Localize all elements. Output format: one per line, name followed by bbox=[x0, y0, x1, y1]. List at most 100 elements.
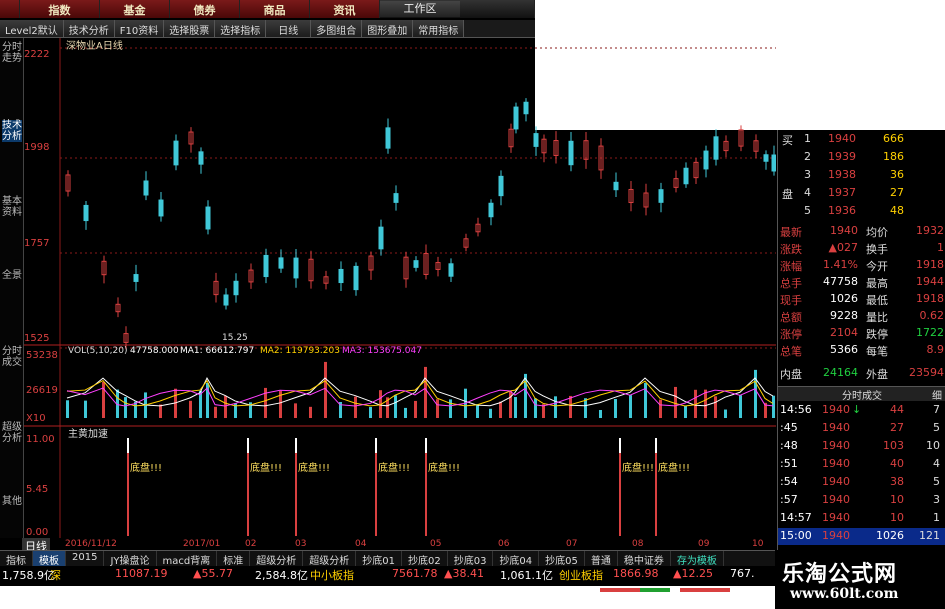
vtab-tick-trades[interactable]: 分时成交 bbox=[2, 346, 22, 368]
template-tab[interactable]: 普通 bbox=[585, 551, 618, 567]
panel-cell: 2 bbox=[804, 150, 811, 163]
volume-bar bbox=[569, 395, 572, 418]
volume-bar bbox=[124, 397, 127, 418]
bid-row: 盘 4 1937 27 bbox=[778, 186, 945, 201]
site-logo-text: 乐淘公式网 bbox=[782, 562, 898, 587]
menu-item-fund[interactable]: 基金 bbox=[100, 0, 170, 18]
tick-row: :57 1940 10 3 bbox=[778, 493, 945, 508]
menu-item-commodity[interactable]: 商品 bbox=[240, 0, 310, 18]
tick-trades-header[interactable]: 分时成交细 bbox=[778, 386, 945, 402]
candle-body bbox=[143, 180, 149, 196]
tick-row: 15:00 1940 1026 121 bbox=[778, 529, 945, 544]
volume-bar bbox=[424, 366, 427, 418]
date-label-5: 05 bbox=[430, 539, 442, 549]
template-tab[interactable]: 超级分析 bbox=[250, 551, 304, 567]
template-tab[interactable]: 稳中证券 bbox=[618, 551, 671, 567]
volume-bar bbox=[102, 381, 105, 418]
candle-body bbox=[703, 150, 709, 170]
template-tab[interactable]: 指标 bbox=[0, 551, 33, 567]
template-tab[interactable]: 抄底04 bbox=[493, 551, 540, 567]
panel-cell: 4 bbox=[933, 457, 940, 470]
candle-body bbox=[771, 154, 776, 172]
menu-item-index[interactable]: 指数 bbox=[20, 0, 100, 18]
tick-row: :54 1940 38 5 bbox=[778, 475, 945, 490]
candle-body bbox=[173, 140, 179, 166]
date-label-10: 10 bbox=[752, 539, 764, 549]
workarea-button[interactable]: 工作区 bbox=[380, 1, 460, 17]
quote-row: 总手 47758 最高 1944 bbox=[778, 275, 945, 290]
panel-cell: 1940 bbox=[822, 439, 850, 452]
template-tab[interactable]: 超级分析 bbox=[303, 551, 357, 567]
app-window: 指数 基金 债券 商品 资讯 工作区 Level2默认 技术分析 F10资料 选… bbox=[0, 0, 945, 609]
template-tab[interactable]: 存为模板 bbox=[671, 551, 724, 567]
vtab-panorama[interactable]: 全景 bbox=[2, 270, 22, 281]
template-tab[interactable]: 抄底03 bbox=[448, 551, 494, 567]
quote-row: 涨幅 1.41% 今开 1918 bbox=[778, 258, 945, 273]
panel-cell: 36 bbox=[890, 168, 904, 181]
tick-row: 14:57 1940 10 1 bbox=[778, 511, 945, 526]
vol-tick-mid: 26619 bbox=[26, 385, 58, 396]
template-tab[interactable]: 2015 bbox=[66, 551, 105, 566]
panel-cell: :57 bbox=[780, 493, 798, 506]
panel-cell: 1026 bbox=[876, 529, 904, 542]
vol-tick-high: 53238 bbox=[26, 350, 58, 361]
panel-cell: 买 bbox=[782, 134, 793, 147]
tick-detail-tab[interactable]: 细 bbox=[932, 387, 942, 402]
toolbar-select-stock[interactable]: 选择股票 bbox=[164, 20, 216, 37]
candle-body bbox=[498, 175, 504, 197]
signal-label: 底盘!!! bbox=[250, 461, 282, 474]
toolbar-common-indicators[interactable]: 常用指标 bbox=[413, 20, 465, 37]
volume-bar bbox=[84, 400, 87, 418]
volume-bar bbox=[489, 408, 492, 418]
chart-title: 深物业A日线 bbox=[66, 39, 123, 52]
panel-cell: 1 bbox=[933, 511, 940, 524]
panel-cell: ▲027 bbox=[828, 241, 858, 254]
panel-cell: 1937 bbox=[828, 186, 856, 199]
panel-cell: 15:00 bbox=[780, 529, 812, 542]
kline-chart[interactable]: 底盘!!! 底盘!!! 底盘!!! 底盘!!! 底盘!!! 底盘!!! 底盘!!! 深物业A… bbox=[24, 38, 776, 538]
date-label-7: 07 bbox=[566, 539, 578, 549]
vtab-fundamentals[interactable]: 基本资料 bbox=[2, 196, 22, 218]
template-tab[interactable]: 抄底05 bbox=[539, 551, 585, 567]
tick-row: 14:56 1940 ↓ 44 7 bbox=[778, 403, 945, 418]
template-tab[interactable]: JY操盘论 bbox=[104, 551, 157, 567]
panel-cell: 23594 bbox=[909, 366, 944, 379]
toolbar-overlay[interactable]: 图形叠加 bbox=[362, 20, 414, 37]
toolbar-tech-analysis[interactable]: 技术分析 bbox=[63, 20, 115, 37]
panel-cell: 103 bbox=[883, 439, 904, 452]
vtab-super-analysis[interactable]: 超级分析 bbox=[2, 422, 22, 444]
vtab-tech-analysis[interactable]: 技术分析 bbox=[2, 120, 22, 142]
toolbar-level2[interactable]: Level2默认 bbox=[0, 20, 64, 37]
panel-cell: 涨跌 bbox=[780, 243, 802, 256]
toolbar-f10[interactable]: F10资料 bbox=[114, 20, 165, 37]
template-tab[interactable]: macd背离 bbox=[157, 551, 218, 567]
toolbar-select-indicator[interactable]: 选择指标 bbox=[215, 20, 267, 37]
volume-bar bbox=[354, 396, 357, 418]
signal-label: 底盘!!! bbox=[298, 461, 330, 474]
panel-cell: 4 bbox=[804, 186, 811, 199]
vtab-other[interactable]: 其他 bbox=[2, 496, 22, 507]
candle-body bbox=[223, 294, 229, 306]
ticker-item: 767. bbox=[730, 567, 755, 580]
candle-body bbox=[568, 140, 574, 166]
volume-bar bbox=[66, 400, 69, 418]
template-tab[interactable]: 模板 bbox=[33, 551, 66, 567]
menu-item-news[interactable]: 资讯 bbox=[310, 0, 380, 18]
volume-bar bbox=[754, 369, 757, 418]
template-tab[interactable]: 标准 bbox=[217, 551, 251, 567]
panel-cell: 每笔 bbox=[866, 345, 888, 358]
vtab-intraday[interactable]: 分时走势 bbox=[2, 42, 22, 64]
ticker-item: ▲12.25 bbox=[673, 567, 713, 580]
candle-body bbox=[713, 136, 719, 160]
toolbar-daily[interactable]: 日线 bbox=[266, 20, 312, 37]
quote-row: 涨停 2104 跌停 1722 bbox=[778, 326, 945, 341]
template-tab[interactable]: 抄底02 bbox=[402, 551, 448, 567]
panel-cell: 1936 bbox=[828, 204, 856, 217]
panel-cell: 7 bbox=[933, 403, 940, 416]
menu-item-bond[interactable]: 债券 bbox=[170, 0, 240, 18]
panel-cell: 内盘 bbox=[780, 368, 802, 381]
toolbar-multi-chart[interactable]: 多图组合 bbox=[311, 20, 363, 37]
template-tab[interactable]: 抄底01 bbox=[356, 551, 402, 567]
panel-cell: 涨停 bbox=[780, 328, 802, 341]
panel-cell: 666 bbox=[883, 132, 904, 145]
